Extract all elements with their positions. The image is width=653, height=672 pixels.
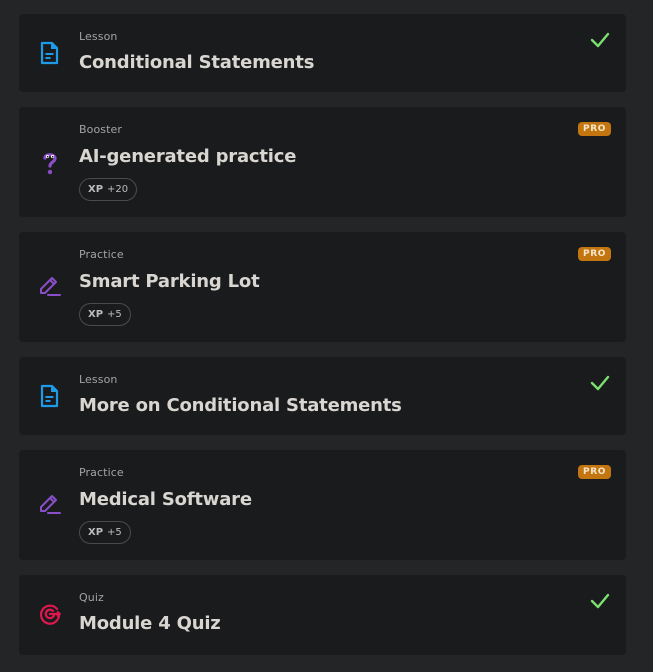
course-item-more-on-conditional-statements[interactable]: Lesson More on Conditional Statements	[19, 357, 626, 435]
check-icon	[590, 32, 610, 48]
item-kind-label: Lesson	[79, 373, 118, 386]
target-icon	[38, 602, 62, 626]
check-icon	[590, 593, 610, 609]
xp-badge: XP +5	[79, 521, 131, 544]
question-icon	[38, 151, 62, 175]
item-kind-label: Practice	[79, 248, 124, 261]
item-kind-label: Practice	[79, 466, 124, 479]
xp-value: +20	[107, 184, 129, 195]
item-kind-label: Booster	[79, 123, 123, 136]
xp-label: XP	[88, 309, 104, 320]
document-icon	[38, 384, 62, 408]
course-item-smart-parking-lot[interactable]: Practice Smart Parking Lot PRO XP +5	[19, 232, 626, 342]
check-icon	[590, 375, 610, 391]
xp-value: +5	[107, 309, 122, 320]
item-kind-label: Lesson	[79, 30, 118, 43]
xp-badge: XP +5	[79, 303, 131, 326]
xp-badge: XP +20	[79, 178, 138, 201]
pro-badge: PRO	[578, 247, 611, 261]
xp-value: +5	[107, 527, 122, 538]
item-title: Module 4 Quiz	[79, 613, 221, 634]
xp-label: XP	[88, 527, 104, 538]
item-title: More on Conditional Statements	[79, 395, 402, 416]
course-item-ai-generated-practice[interactable]: Booster AI-generated practice PRO XP +20	[19, 107, 626, 217]
pencil-icon	[38, 274, 62, 298]
course-item-conditional-statements[interactable]: Lesson Conditional Statements	[19, 14, 626, 92]
pro-badge: PRO	[578, 122, 611, 136]
item-kind-label: Quiz	[79, 591, 104, 604]
course-item-module-4-quiz[interactable]: Quiz Module 4 Quiz	[19, 575, 626, 655]
pencil-icon	[38, 492, 62, 516]
xp-label: XP	[88, 184, 104, 195]
course-item-medical-software[interactable]: Practice Medical Software PRO XP +5	[19, 450, 626, 560]
pro-badge: PRO	[578, 465, 611, 479]
item-title: Smart Parking Lot	[79, 271, 260, 292]
item-title: Medical Software	[79, 489, 252, 510]
item-title: Conditional Statements	[79, 52, 315, 73]
document-icon	[38, 41, 62, 65]
item-title: AI-generated practice	[79, 146, 297, 167]
